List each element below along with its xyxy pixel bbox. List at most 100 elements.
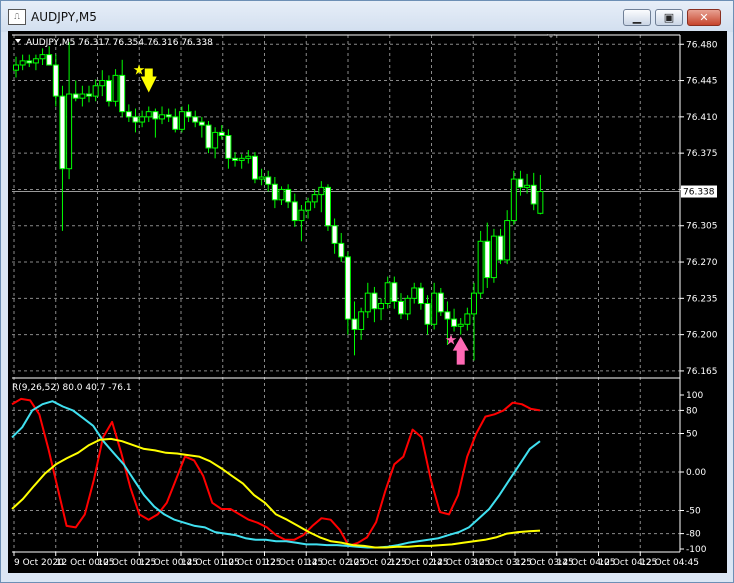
candle-body	[524, 184, 531, 188]
candle-body	[32, 58, 39, 64]
time-tick-label: 12 Oct 04:45	[640, 558, 699, 568]
candle-body	[311, 194, 318, 203]
chart-canvas[interactable]: ★★ 76.48076.44576.41076.37576.34076.3057…	[8, 31, 727, 573]
indicator-label: R(9,26,52) 80.0 40.7 -76.1	[12, 383, 132, 393]
buy-star-icon: ★	[445, 333, 458, 349]
window-title: AUDJPY,M5	[31, 10, 97, 24]
candle-body	[305, 201, 312, 211]
candle-body	[19, 60, 26, 66]
candle-body	[271, 183, 278, 201]
candle-body	[172, 116, 179, 130]
candle-body	[517, 178, 524, 188]
candle-body	[92, 85, 99, 97]
candle-body	[46, 54, 53, 66]
candle-body	[251, 155, 258, 180]
close-icon: ✕	[699, 11, 709, 24]
indicator-layer	[11, 397, 541, 549]
candle-body	[470, 292, 477, 315]
candle-body	[404, 297, 411, 315]
candle-body	[198, 121, 205, 126]
candle-body	[537, 191, 544, 214]
candle-body	[66, 93, 73, 170]
price-tick-label: 76.235	[686, 294, 718, 304]
candle-body	[444, 311, 451, 320]
candle-body	[424, 303, 431, 325]
candle-body	[105, 80, 112, 102]
candle-body	[152, 111, 159, 120]
indicator-tick-label: -50	[686, 507, 701, 517]
candle-body	[86, 93, 93, 97]
candle-body	[232, 157, 239, 161]
indicator-tick-label: -100	[686, 545, 707, 555]
candle-body	[510, 178, 517, 222]
candle-body	[125, 111, 132, 118]
candle-body	[384, 282, 391, 305]
candle-body	[39, 54, 46, 60]
candles-layer	[13, 42, 544, 361]
candle-body	[112, 74, 119, 102]
indicator-tick-label: -80	[686, 530, 701, 540]
current-price-label: 76.338	[683, 188, 715, 198]
price-tick-label: 76.305	[686, 222, 718, 232]
candle-body	[192, 116, 199, 123]
indicator-tick-label: 100	[686, 391, 703, 401]
candle-body	[364, 292, 371, 313]
candle-body	[291, 201, 298, 222]
candle-body	[79, 93, 86, 99]
price-tick-label: 76.165	[686, 367, 718, 377]
candle-body	[72, 93, 79, 99]
chart-area[interactable]: ★★ 76.48076.44576.41076.37576.34076.3057…	[8, 31, 727, 573]
close-button[interactable]: ✕	[687, 9, 721, 26]
price-tick-label: 76.445	[686, 77, 718, 87]
price-tick-label: 76.270	[686, 258, 718, 268]
candle-body	[431, 292, 438, 325]
chart-shift-marker-icon	[547, 34, 555, 38]
candle-body	[338, 242, 345, 258]
candle-body	[258, 176, 265, 180]
price-tick-label: 76.200	[686, 331, 718, 341]
candle-body	[331, 225, 338, 244]
candle-body	[351, 318, 358, 330]
candle-body	[318, 186, 325, 196]
chart-window-icon: ⎍	[8, 9, 26, 25]
candle-body	[139, 116, 146, 123]
candle-body	[132, 116, 139, 123]
candle-body	[477, 240, 484, 294]
candle-body	[265, 176, 272, 185]
candle-body	[397, 300, 404, 315]
candle-body	[371, 292, 378, 310]
candle-body	[238, 157, 245, 161]
minimize-icon: ▁	[632, 11, 642, 24]
candle-body	[530, 184, 537, 205]
title-bar[interactable]: ⎍ AUDJPY,M5 ▁ ▣ ✕	[1, 1, 733, 32]
candle-body	[344, 256, 351, 320]
indicator-series-line	[11, 400, 541, 549]
price-tick-label: 76.375	[686, 149, 718, 159]
candle-body	[165, 114, 172, 118]
candle-body	[464, 313, 471, 325]
chart-menu-dropdown-icon	[15, 39, 21, 43]
indicator-tick-label: 80	[686, 406, 698, 416]
candle-body	[119, 74, 126, 113]
candle-body	[417, 287, 424, 305]
candle-body	[451, 318, 458, 327]
chart-ohlc-label: AUDJPY,M5 76.317 76.354 76.316 76.338	[26, 38, 213, 48]
candle-body	[245, 155, 252, 159]
indicator-tick-label: 50	[686, 430, 698, 440]
maximize-button[interactable]: ▣	[655, 9, 683, 26]
candle-body	[490, 235, 497, 279]
candle-body	[324, 186, 331, 227]
indicator-tick-label: 0.00	[686, 468, 706, 478]
candle-body	[13, 64, 19, 71]
candle-body	[225, 135, 232, 159]
candle-body	[358, 311, 365, 330]
candle-body	[212, 131, 219, 149]
candle-body	[205, 124, 212, 149]
minimize-button[interactable]: ▁	[623, 9, 651, 26]
sell-star-icon: ★	[133, 62, 146, 78]
candle-body	[391, 282, 398, 302]
candle-body	[484, 240, 491, 279]
candle-body	[497, 235, 504, 261]
candle-body	[411, 287, 418, 299]
candle-body	[26, 60, 33, 64]
